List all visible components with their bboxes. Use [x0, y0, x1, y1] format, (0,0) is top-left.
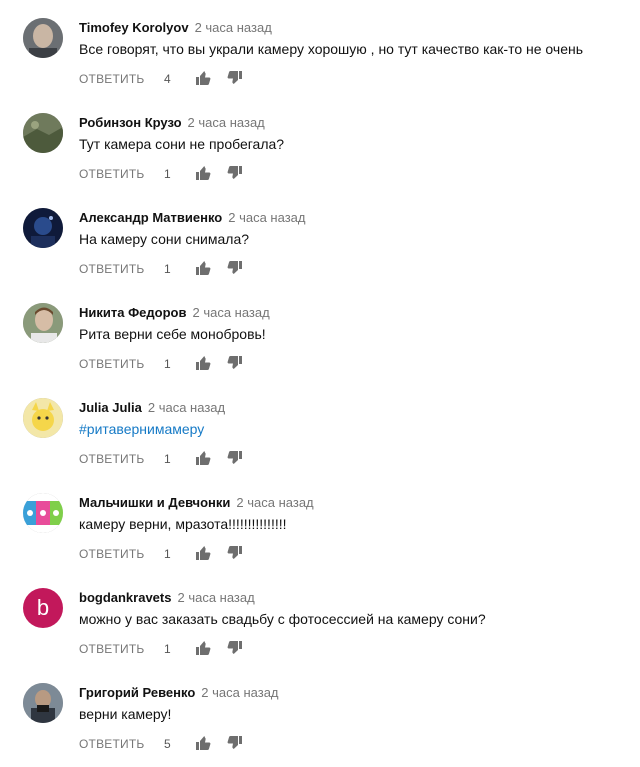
comment-author[interactable]: Робинзон Крузо	[79, 115, 182, 130]
comment-timestamp[interactable]: 2 часа назад	[192, 305, 269, 320]
like-count: 1	[164, 547, 171, 561]
avatar[interactable]	[23, 683, 63, 723]
avatar[interactable]	[23, 303, 63, 343]
photo-avatar-icon	[23, 683, 63, 723]
comment: Timofey Korolyov 2 часа назад Все говорят…	[0, 0, 640, 95]
avatar[interactable]	[23, 398, 63, 438]
avatar[interactable]	[23, 113, 63, 153]
comment-author[interactable]: Григорий Ревенко	[79, 685, 195, 700]
comment-timestamp[interactable]: 2 часа назад	[177, 590, 254, 605]
comment: b bogdankravets 2 часа назад можно у вас …	[0, 570, 640, 665]
comment-text: Все говорят, что вы украли камеру хорошу…	[79, 41, 584, 57]
thumbs-up-icon[interactable]	[195, 355, 211, 371]
thumbs-down-icon[interactable]	[227, 545, 243, 561]
thumbs-up-icon[interactable]	[195, 70, 211, 86]
photo-avatar-icon	[23, 113, 63, 153]
thumbs-up-icon[interactable]	[195, 260, 211, 276]
like-count: 1	[164, 642, 171, 656]
avatar[interactable]: b	[23, 588, 63, 628]
comment-author[interactable]: Timofey Korolyov	[79, 20, 189, 35]
comment-text: Рита верни себе монобровь!	[79, 326, 266, 342]
thumbs-down-icon[interactable]	[227, 640, 243, 656]
reply-button[interactable]: ОТВЕТИТЬ	[79, 72, 144, 86]
comment: Робинзон Крузо 2 часа назад Тут камера со…	[0, 95, 640, 190]
thumbs-up-icon[interactable]	[195, 450, 211, 466]
comment-text: Тут камера сони не пробегала?	[79, 136, 285, 152]
thumbs-up-icon[interactable]	[195, 545, 211, 561]
thumbs-up-icon[interactable]	[195, 165, 211, 181]
comment: Мальчишки и Девчонки 2 часа назад камеру …	[0, 475, 640, 570]
letter-avatar-icon: b	[36, 595, 50, 620]
comment: Julia Julia 2 часа назад #ритавернимамеру…	[0, 380, 640, 475]
like-count: 1	[164, 357, 171, 371]
comment-timestamp[interactable]: 2 часа назад	[195, 20, 272, 35]
reply-button[interactable]: ОТВЕТИТЬ	[79, 452, 144, 466]
comment: Никита Федоров 2 часа назад Рита верни се…	[0, 285, 640, 380]
reply-button[interactable]: ОТВЕТИТЬ	[79, 547, 144, 561]
like-count: 1	[164, 262, 171, 276]
thumbs-down-icon[interactable]	[227, 355, 243, 371]
comment-timestamp[interactable]: 2 часа назад	[228, 210, 305, 225]
thumbs-down-icon[interactable]	[227, 450, 243, 466]
thumbs-down-icon[interactable]	[227, 735, 243, 751]
reply-button[interactable]: ОТВЕТИТЬ	[79, 262, 144, 276]
thumbs-down-icon[interactable]	[227, 260, 243, 276]
comment-text: камеру верни, мразота!!!!!!!!!!!!!!!	[79, 516, 287, 532]
comment-timestamp[interactable]: 2 часа назад	[148, 400, 225, 415]
thumbs-down-icon[interactable]	[227, 165, 243, 181]
thumbs-up-icon[interactable]	[195, 735, 211, 751]
comment-text: можно у вас заказать свадьбу с фотосесси…	[79, 611, 486, 627]
comment-author[interactable]: bogdankravets	[79, 590, 171, 605]
comment-timestamp[interactable]: 2 часа назад	[188, 115, 265, 130]
thumbs-down-icon[interactable]	[227, 70, 243, 86]
comment-timestamp[interactable]: 2 часа назад	[236, 495, 313, 510]
like-count: 1	[164, 452, 171, 466]
thumbs-up-icon[interactable]	[195, 640, 211, 656]
comment-text: На камеру сони снимала?	[79, 231, 250, 247]
hashtag-link[interactable]: #ритавернимамеру	[79, 421, 204, 437]
comment-timestamp[interactable]: 2 часа назад	[201, 685, 278, 700]
comment-author[interactable]: Мальчишки и Девчонки	[79, 495, 230, 510]
avatar[interactable]	[23, 18, 63, 58]
comment: Григорий Ревенко 2 часа назад верни камер…	[0, 665, 640, 760]
photo-avatar-icon	[23, 493, 63, 533]
photo-avatar-icon	[23, 208, 63, 248]
avatar[interactable]	[23, 208, 63, 248]
comment-author[interactable]: Александр Матвиенко	[79, 210, 222, 225]
comment-text: верни камеру!	[79, 706, 172, 722]
reply-button[interactable]: ОТВЕТИТЬ	[79, 357, 144, 371]
reply-button[interactable]: ОТВЕТИТЬ	[79, 167, 144, 181]
reply-button[interactable]: ОТВЕТИТЬ	[79, 642, 144, 656]
comment-author[interactable]: Julia Julia	[79, 400, 142, 415]
like-count: 1	[164, 167, 171, 181]
avatar[interactable]	[23, 493, 63, 533]
comment: Александр Матвиенко 2 часа назад На камер…	[0, 190, 640, 285]
photo-avatar-icon	[23, 398, 63, 438]
comments-list: Timofey Korolyov 2 часа назад Все говорят…	[0, 0, 640, 767]
reply-button[interactable]: ОТВЕТИТЬ	[79, 737, 144, 751]
comment-author[interactable]: Никита Федоров	[79, 305, 186, 320]
photo-avatar-icon	[23, 18, 63, 58]
like-count: 4	[164, 72, 171, 86]
photo-avatar-icon	[23, 303, 63, 343]
like-count: 5	[164, 737, 171, 751]
